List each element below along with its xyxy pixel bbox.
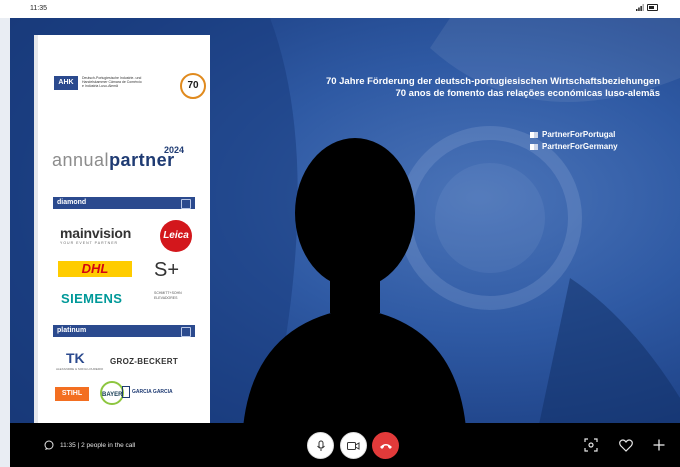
hashtag-portugal: PartnerForPortugal	[530, 129, 660, 141]
call-control-bar: 11:35 | 2 people in the call	[10, 423, 680, 467]
add-icon	[653, 439, 665, 451]
hashtag-flag-icon	[530, 131, 538, 138]
annual-partner-title: annualpartner	[52, 150, 175, 171]
sponsor-schmitt-sohn-mark: S+	[154, 259, 180, 281]
battery-icon	[647, 4, 658, 11]
ahk-logo: AHK	[54, 76, 78, 90]
shared-video-feed: AHK Deutsch-Portugiesische Industrie- un…	[10, 18, 680, 467]
participant-avatar-silhouette	[242, 138, 467, 442]
sponsor-schmitt-sohn: SCHMITT+SOHN ELEVADORES	[154, 291, 182, 300]
banner-headline-de: 70 Jahre Förderung der deutsch-portugies…	[325, 76, 660, 87]
call-status-text: 11:35 | 2 people in the call	[60, 441, 136, 449]
camera-button[interactable]	[340, 432, 367, 459]
hashtag-portugal-label: PartnerForPortugal	[542, 130, 616, 139]
status-time: 11:35	[30, 5, 47, 12]
microphone-button[interactable]	[307, 432, 334, 459]
heart-icon	[619, 438, 633, 452]
sponsor-mainvision-tagline: YOUR EVENT PARTNER	[60, 241, 119, 245]
camera-icon	[347, 441, 360, 450]
banner-headline: 70 Jahre Förderung der deutsch-portugies…	[240, 76, 660, 100]
sponsor-groz-beckert: GROZ-BECKERT	[110, 357, 179, 366]
tier-platinum-label: platinum	[57, 327, 87, 334]
tier-platinum: platinum	[53, 325, 195, 337]
sponsor-leica: Leica	[160, 220, 192, 252]
banner-headline-pt: 70 anos de fomento das relações económic…	[395, 88, 660, 99]
hang-up-icon	[379, 443, 392, 449]
system-indicators	[636, 4, 658, 11]
annual-word: annual	[52, 150, 110, 170]
sponsor-tk-name: ALEXANDRE & SOFIA LOUREIRO	[56, 367, 104, 371]
add-button[interactable]	[650, 436, 668, 454]
sponsor-dhl: DHL	[58, 261, 132, 277]
hashtag-flag-icon	[530, 143, 538, 150]
like-button[interactable]	[617, 436, 635, 454]
sponsor-tk-logo: TK	[66, 350, 85, 366]
screen-focus-button[interactable]	[582, 436, 600, 454]
hashtag-germany: PartnerForGermany	[530, 141, 660, 153]
garcia-garcia-mark	[122, 386, 130, 398]
hashtag-germany-label: PartnerForGermany	[542, 142, 618, 151]
sponsor-stihl: STIHL	[55, 387, 89, 401]
ahk-org-name: Deutsch-Portugiesische Industrie- und Ha…	[82, 76, 142, 88]
signal-icon	[636, 4, 644, 11]
sponsor-siemens: SIEMENS	[61, 291, 123, 306]
hang-up-button[interactable]	[372, 432, 399, 459]
screen-focus-icon	[584, 438, 598, 452]
call-status: 11:35 | 2 people in the call	[44, 440, 135, 450]
hashtag-list: PartnerForPortugal PartnerForGermany	[530, 129, 660, 153]
diamond-icon	[181, 199, 191, 209]
sponsor-bayer: BAYER	[100, 381, 124, 405]
status-bar: 11:35	[0, 0, 680, 18]
sponsor-mainvision: mainvision	[60, 225, 132, 241]
annual-partner-panel: AHK Deutsch-Portugiesische Industrie- un…	[34, 35, 210, 423]
anniversary-badge: 70	[180, 73, 206, 99]
microphone-icon	[316, 440, 325, 451]
sponsor-garcia-garcia: GARCIA GARCIA	[132, 389, 173, 395]
tier-diamond-label: diamond	[57, 199, 87, 206]
platinum-icon	[181, 327, 191, 337]
chat-icon[interactable]	[44, 440, 54, 450]
partner-word: partner	[109, 150, 175, 170]
tier-diamond: diamond	[53, 197, 195, 209]
